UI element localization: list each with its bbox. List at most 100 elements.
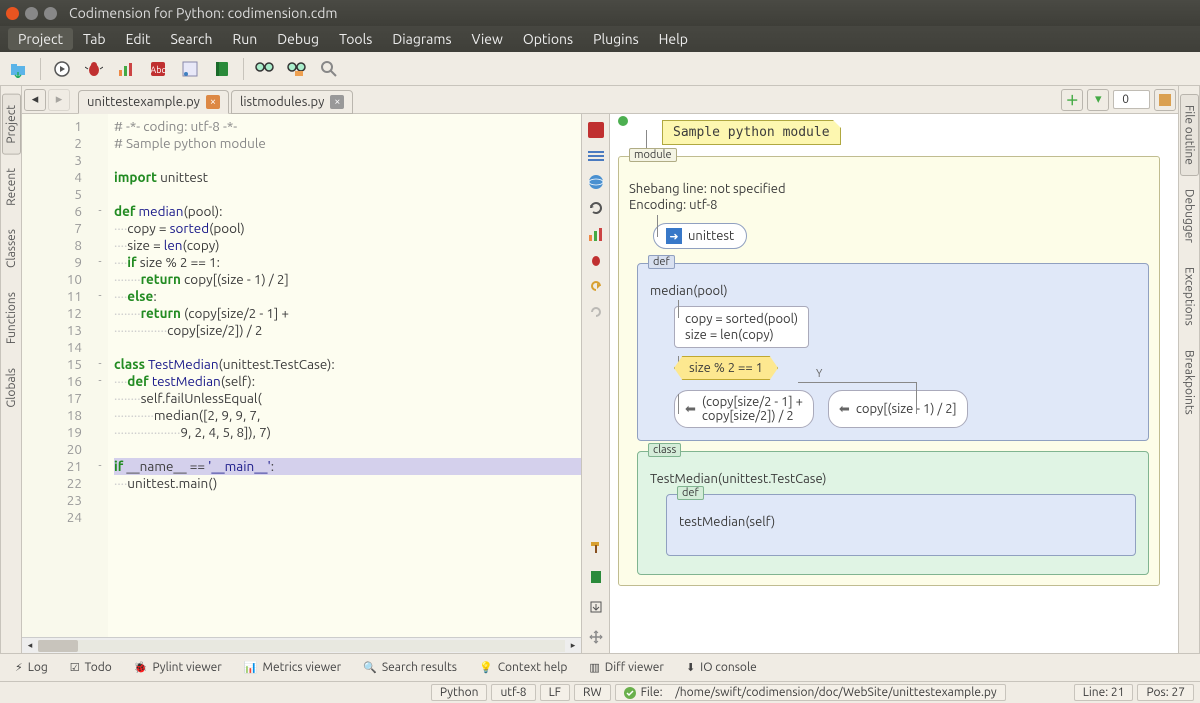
- status-file: File: /home/swift/codimension/doc/WebSit…: [615, 684, 1006, 701]
- tab-close-icon[interactable]: ×: [206, 95, 220, 109]
- left-tab-functions[interactable]: Functions: [2, 281, 21, 355]
- bottom-tab-context-help[interactable]: 💡Context help: [468, 656, 578, 679]
- right-tab-debugger[interactable]: Debugger: [1180, 178, 1199, 254]
- menu-run[interactable]: Run: [223, 28, 268, 50]
- close-icon[interactable]: [6, 7, 19, 20]
- right-tab-file-outline[interactable]: File outline: [1180, 94, 1199, 176]
- menu-help[interactable]: Help: [649, 28, 698, 50]
- method-label: def: [677, 486, 704, 500]
- tab-icon: 🔍: [363, 661, 377, 674]
- left-tab-recent[interactable]: Recent: [2, 157, 21, 217]
- dict-icon[interactable]: [586, 120, 606, 140]
- right-sidebar: File outline Debugger Exceptions Breakpoint…: [1178, 86, 1200, 653]
- import-name: unittest: [688, 229, 734, 243]
- menu-debug[interactable]: Debug: [267, 28, 329, 50]
- bottom-tab-io-console[interactable]: ⬇IO console: [675, 656, 768, 679]
- tools-button[interactable]: [1154, 89, 1176, 111]
- tab-icon: 💡: [479, 661, 493, 674]
- fold-column[interactable]: ------: [92, 114, 108, 637]
- dictionary-button[interactable]: Abc: [145, 56, 171, 82]
- menu-options[interactable]: Options: [513, 28, 583, 50]
- status-pos: Pos: 27: [1137, 684, 1194, 701]
- left-tab-classes[interactable]: Classes: [2, 218, 21, 279]
- import-arrow-icon: ➜: [666, 228, 682, 244]
- def-testmedian-box: def testMedian(self): [666, 494, 1136, 556]
- module-note: Sample python module: [662, 120, 841, 145]
- undo-icon[interactable]: [586, 276, 606, 296]
- shebang-text: Shebang line: not specified: [629, 181, 1149, 197]
- module-label: module: [629, 148, 677, 162]
- menu-project[interactable]: Project: [8, 28, 73, 50]
- bottom-tab-todo[interactable]: ☑Todo: [59, 656, 123, 679]
- file-tab-unittestexample.py[interactable]: unittestexample.py×: [78, 90, 229, 114]
- main-toolbar: Abc: [0, 52, 1200, 86]
- refresh-icon[interactable]: [586, 198, 606, 218]
- bottom-tab-diff-viewer[interactable]: ▥Diff viewer: [578, 656, 675, 679]
- def-signature: median(pool): [650, 284, 1136, 298]
- class-testmedian-box[interactable]: class TestMedian(unittest.TestCase) def …: [637, 451, 1149, 575]
- open-project-button[interactable]: [6, 56, 32, 82]
- menu-plugins[interactable]: Plugins: [583, 28, 649, 50]
- tab-close-icon[interactable]: ×: [330, 95, 344, 109]
- move-icon[interactable]: [586, 627, 606, 647]
- module-box: module Shebang line: not specified Encod…: [618, 156, 1160, 586]
- diagram-canvas[interactable]: Sample python module module Shebang line…: [610, 114, 1178, 653]
- right-tab-exceptions[interactable]: Exceptions: [1180, 256, 1199, 337]
- tab-dropdown-button[interactable]: ▾: [1087, 89, 1109, 111]
- status-eol: LF: [540, 684, 570, 701]
- bottom-tab-log[interactable]: ⚡Log: [4, 656, 59, 679]
- tab-icon: ▥: [589, 661, 599, 674]
- find-button[interactable]: [252, 56, 278, 82]
- bug-icon[interactable]: [586, 250, 606, 270]
- menu-edit[interactable]: Edit: [116, 28, 161, 50]
- return-else: ⬅ (copy[size/2 - 1] + copy[size/2]) / 2: [674, 390, 814, 428]
- right-tab-breakpoints[interactable]: Breakpoints: [1180, 339, 1199, 426]
- tab-counter: 0: [1113, 90, 1150, 109]
- tab-prev-button[interactable]: ◂: [24, 89, 46, 111]
- menu-tools[interactable]: Tools: [329, 28, 382, 50]
- bottom-tab-metrics-viewer[interactable]: 📊Metrics viewer: [233, 656, 352, 679]
- tab-icon: ⚡: [15, 661, 23, 674]
- bottom-tab-pylint-viewer[interactable]: 🐞Pylint viewer: [123, 656, 233, 679]
- debug-button[interactable]: [81, 56, 107, 82]
- line-gutter: 123456789101112131415161718192021222324: [22, 114, 92, 637]
- minimize-icon[interactable]: [25, 7, 38, 20]
- menu-search[interactable]: Search: [160, 28, 222, 50]
- book-button[interactable]: [209, 56, 235, 82]
- bottom-tab-search-results[interactable]: 🔍Search results: [352, 656, 468, 679]
- redo-icon[interactable]: [586, 302, 606, 322]
- run-button[interactable]: [49, 56, 75, 82]
- tab-icon: ⬇: [686, 661, 695, 674]
- code-editor[interactable]: 123456789101112131415161718192021222324 …: [22, 114, 582, 653]
- class-signature: TestMedian(unittest.TestCase): [650, 472, 1136, 486]
- left-tab-globals[interactable]: Globals: [2, 357, 21, 419]
- menu-view[interactable]: View: [462, 28, 513, 50]
- search-button[interactable]: [316, 56, 342, 82]
- maximize-icon[interactable]: [44, 7, 57, 20]
- left-tab-project[interactable]: Project: [2, 94, 21, 155]
- add-tab-button[interactable]: ＋: [1061, 89, 1083, 111]
- import-box[interactable]: ➜ unittest: [653, 223, 747, 249]
- book2-icon[interactable]: [586, 567, 606, 587]
- method-signature: testMedian(self): [679, 515, 1123, 529]
- menu-diagrams[interactable]: Diagrams: [382, 28, 461, 50]
- hammer-icon[interactable]: [586, 537, 606, 557]
- editor-hscroll[interactable]: ◂▸: [22, 637, 581, 653]
- encoding-text: Encoding: utf-8: [629, 197, 1149, 213]
- status-lang: Python: [431, 684, 488, 701]
- stats-button[interactable]: [113, 56, 139, 82]
- def-median-box[interactable]: def median(pool) copy = sorted(pool)size…: [637, 263, 1149, 441]
- tab-next-button[interactable]: ▸: [48, 89, 70, 111]
- status-dot-icon: [618, 116, 628, 126]
- export-icon[interactable]: [586, 597, 606, 617]
- find-in-files-button[interactable]: [284, 56, 310, 82]
- code-area[interactable]: # -*- coding: utf-8 -*-# Sample python m…: [108, 114, 581, 637]
- list-icon[interactable]: [586, 146, 606, 166]
- chart-icon[interactable]: [586, 224, 606, 244]
- status-mode: RW: [574, 684, 611, 701]
- editor-tabs: ◂ ▸ unittestexample.py×listmodules.py× ＋…: [22, 86, 1178, 114]
- globe-icon[interactable]: [586, 172, 606, 192]
- file-tab-listmodules.py[interactable]: listmodules.py×: [231, 90, 353, 114]
- menu-tab[interactable]: Tab: [73, 28, 116, 50]
- imports-button[interactable]: [177, 56, 203, 82]
